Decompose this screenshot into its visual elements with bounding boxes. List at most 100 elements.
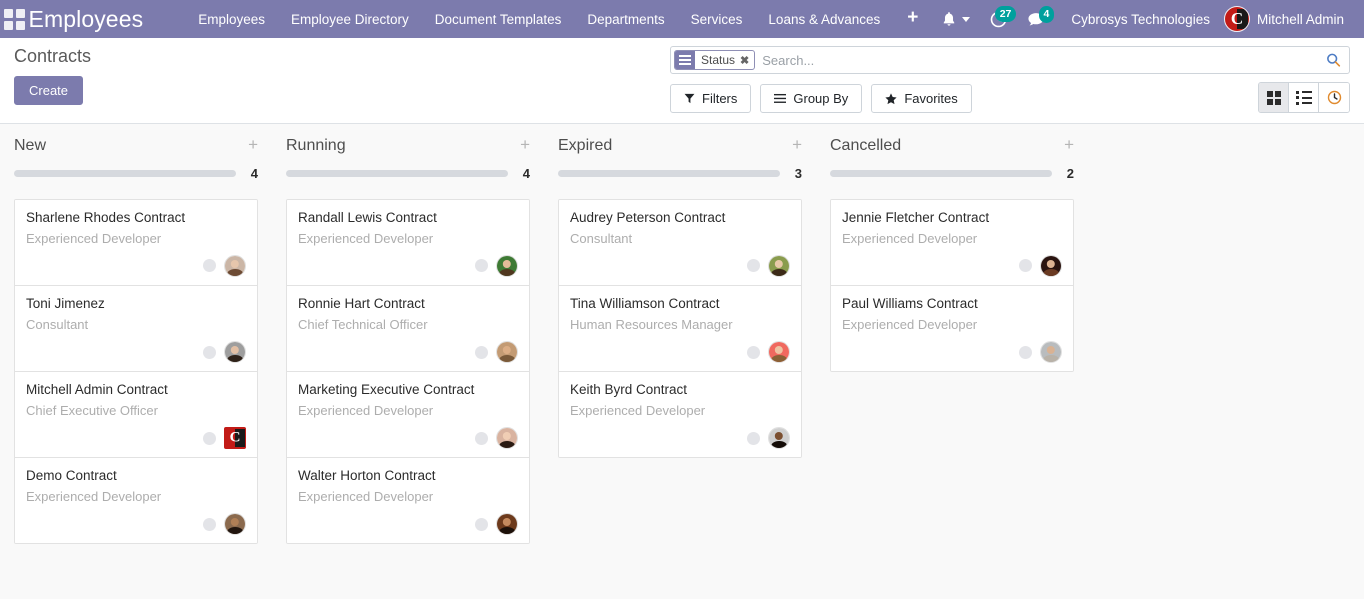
kanban-card-job-position: Experienced Developer bbox=[298, 402, 434, 418]
search-facet-status[interactable]: Status ✖ bbox=[674, 50, 756, 70]
kanban-column-progressbar[interactable] bbox=[830, 169, 1052, 177]
list-view-icon bbox=[1295, 90, 1312, 105]
add-menu-button[interactable]: + bbox=[893, 6, 932, 33]
add-card-button[interactable]: + bbox=[1064, 136, 1074, 153]
kanban-card-job-position: Consultant bbox=[570, 230, 633, 246]
kanban-card[interactable]: Walter Horton Contract Experienced Develo… bbox=[287, 458, 529, 544]
kanban-card-footer bbox=[570, 427, 790, 450]
messages-menu[interactable]: 4 bbox=[1017, 6, 1055, 31]
kanban-column-progressbar[interactable] bbox=[14, 169, 236, 177]
menu-item-services[interactable]: Services bbox=[678, 3, 756, 36]
search-input[interactable] bbox=[755, 47, 1349, 73]
menu-item-employees[interactable]: Employees bbox=[185, 3, 278, 36]
status-badge[interactable] bbox=[475, 345, 488, 359]
search-bar[interactable]: Status ✖ bbox=[670, 46, 1350, 74]
activities-menu[interactable]: 27 bbox=[980, 5, 1017, 32]
avatar bbox=[768, 254, 790, 277]
status-badge[interactable] bbox=[203, 517, 216, 531]
kanban-column-header: New +4 bbox=[14, 136, 258, 187]
close-icon[interactable]: ✖ bbox=[740, 51, 754, 69]
avatar bbox=[224, 341, 246, 364]
status-badge[interactable] bbox=[747, 345, 760, 359]
kanban-card[interactable]: Marketing Executive Contract Experienced … bbox=[287, 372, 529, 459]
kanban-column-title[interactable]: New bbox=[14, 136, 46, 157]
status-badge[interactable] bbox=[475, 259, 488, 273]
status-badge[interactable] bbox=[203, 345, 216, 359]
kanban-card[interactable]: Paul Williams Contract Experienced Develo… bbox=[831, 285, 1073, 372]
menu-item-document-templates[interactable]: Document Templates bbox=[422, 3, 575, 36]
group-by-button[interactable]: Group By bbox=[760, 84, 863, 113]
control-panel-right: Status ✖ Filters bbox=[670, 46, 1350, 113]
avatar bbox=[496, 513, 518, 536]
user-name-label: Mitchell Admin bbox=[1256, 11, 1344, 27]
kanban-column-title[interactable]: Running bbox=[286, 136, 346, 157]
kanban-card[interactable]: Ronnie Hart Contract Chief Technical Offi… bbox=[287, 285, 529, 373]
kanban-card[interactable]: Tina Williamson Contract Human Resources … bbox=[559, 285, 801, 373]
apps-menu-toggle[interactable] bbox=[0, 0, 29, 38]
kanban-column-title[interactable]: Expired bbox=[558, 136, 612, 157]
add-card-button[interactable]: + bbox=[792, 136, 802, 153]
kanban-card-title: Keith Byrd Contract bbox=[570, 382, 688, 398]
menu-item-departments[interactable]: Departments bbox=[574, 3, 677, 36]
user-menu[interactable]: Mitchell Admin bbox=[1223, 6, 1350, 32]
view-list-button[interactable] bbox=[1289, 83, 1319, 112]
kanban-column-count: 4 bbox=[250, 165, 258, 181]
status-badge[interactable] bbox=[475, 431, 488, 445]
kanban-column-cards: Jennie Fletcher Contract Experienced Deve… bbox=[830, 198, 1074, 373]
status-badge[interactable] bbox=[475, 517, 488, 531]
status-badge[interactable] bbox=[747, 431, 760, 445]
avatar bbox=[224, 427, 246, 450]
favorites-button[interactable]: Favorites bbox=[871, 84, 972, 113]
kanban-card[interactable]: Sharlene Rhodes Contract Experienced Deve… bbox=[15, 199, 257, 286]
create-button[interactable]: Create bbox=[14, 75, 84, 105]
kanban-card[interactable]: Demo Contract Experienced Developer bbox=[15, 458, 257, 544]
kanban-card[interactable]: Keith Byrd Contract Experienced Developer bbox=[559, 372, 801, 458]
status-badge[interactable] bbox=[1019, 259, 1032, 273]
search-facet-label: Status bbox=[701, 53, 736, 67]
activities-count-badge: 27 bbox=[994, 5, 1017, 22]
star-icon bbox=[885, 92, 897, 104]
kanban-card[interactable]: Jennie Fletcher Contract Experienced Deve… bbox=[831, 199, 1073, 286]
app-brand-title[interactable]: Employees bbox=[29, 6, 144, 33]
view-activity-button[interactable] bbox=[1319, 83, 1349, 112]
kanban-card[interactable]: Randall Lewis Contract Experienced Develo… bbox=[287, 199, 529, 286]
kanban-view-icon bbox=[1266, 90, 1281, 105]
apps-grid-icon bbox=[3, 8, 25, 30]
breadcrumb[interactable]: Contracts bbox=[14, 46, 91, 68]
status-badge[interactable] bbox=[203, 259, 216, 273]
notifications-dropdown[interactable] bbox=[932, 7, 980, 31]
menu-item-employee-directory[interactable]: Employee Directory bbox=[278, 3, 422, 36]
bell-icon bbox=[944, 12, 955, 26]
kanban-column-cards: Audrey Peterson Contract Consultant Tina W… bbox=[558, 198, 802, 459]
add-card-button[interactable]: + bbox=[520, 136, 530, 153]
status-badge[interactable] bbox=[203, 431, 216, 445]
kanban-column-title[interactable]: Cancelled bbox=[830, 136, 901, 157]
view-kanban-button[interactable] bbox=[1259, 83, 1289, 112]
chevron-down-icon bbox=[962, 16, 971, 22]
kanban-card[interactable]: Toni Jimenez Consultant bbox=[15, 285, 257, 373]
kanban-card[interactable]: Audrey Peterson Contract Consultant bbox=[559, 199, 801, 286]
menu-item-loans-and-advances[interactable]: Loans & Advances bbox=[755, 3, 893, 36]
kanban-card-job-position: Experienced Developer bbox=[842, 316, 978, 332]
status-badge[interactable] bbox=[747, 259, 760, 273]
group-by-icon bbox=[675, 51, 695, 69]
kanban-card-title: Marketing Executive Contract bbox=[298, 382, 475, 398]
kanban-column-progressbar[interactable] bbox=[558, 169, 780, 177]
top-navbar: Employees Employees Employee Directory D… bbox=[0, 0, 1364, 38]
kanban-column-header: Running +4 bbox=[286, 136, 530, 187]
kanban-column-progressbar[interactable] bbox=[286, 169, 508, 177]
status-badge[interactable] bbox=[1019, 345, 1032, 359]
kanban-card[interactable]: Mitchell Admin Contract Chief Executive O… bbox=[15, 372, 257, 459]
kanban-card-job-position: Consultant bbox=[26, 316, 89, 332]
filters-button[interactable]: Filters bbox=[670, 84, 752, 113]
company-switcher[interactable]: Cybrosys Technologies bbox=[1055, 12, 1224, 27]
kanban-card-job-position: Experienced Developer bbox=[26, 230, 162, 246]
search-icon[interactable] bbox=[1326, 53, 1341, 68]
add-card-button[interactable]: + bbox=[248, 136, 258, 153]
control-panel-left: Contracts Create bbox=[14, 46, 91, 105]
search-option-buttons: Filters Group By Favorites bbox=[670, 84, 1350, 113]
kanban-column-cancelled: Cancelled +2 Jennie Fletcher Contract Exper… bbox=[816, 124, 1088, 373]
kanban-card-job-position: Experienced Developer bbox=[26, 489, 162, 505]
favorites-label: Favorites bbox=[904, 91, 958, 106]
kanban-column-header: Expired +3 bbox=[558, 136, 802, 187]
